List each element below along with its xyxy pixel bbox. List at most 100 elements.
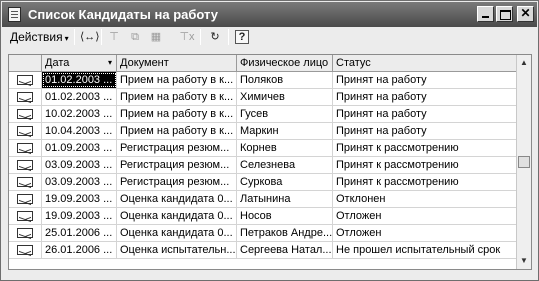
cell-document[interactable]: Прием на работу в к... — [117, 106, 237, 122]
cell-person[interactable]: Латынина — [237, 191, 333, 207]
envelope-document-icon — [17, 245, 33, 255]
scrollbar-thumb[interactable] — [518, 156, 530, 168]
column-header-icon[interactable] — [9, 55, 42, 71]
cell-document[interactable]: Регистрация резюм... — [117, 174, 237, 190]
cell-date[interactable]: 19.09.2003 ... — [42, 208, 117, 224]
table-row[interactable]: 03.09.2003 ... Регистрация резюм... Селезн… — [9, 157, 517, 174]
cell-document[interactable]: Прием на работу в к... — [117, 72, 237, 88]
cell-status[interactable]: Принят на работу — [333, 123, 517, 139]
cell-status[interactable]: Принят на работу — [333, 72, 517, 88]
envelope-document-icon — [17, 109, 33, 119]
help-icon[interactable]: ? — [235, 30, 249, 44]
cell-document[interactable]: Оценка кандидата 0... — [117, 191, 237, 207]
cell-document[interactable]: Регистрация резюм... — [117, 157, 237, 173]
cell-status[interactable]: Не прошел испытательный срок — [333, 242, 517, 258]
row-icon-cell[interactable] — [9, 157, 42, 173]
envelope-document-icon — [17, 126, 33, 136]
cell-person[interactable]: Маркин — [237, 123, 333, 139]
cell-date[interactable]: 03.09.2003 ... — [42, 157, 117, 173]
copy-icon[interactable]: ⧉ — [126, 29, 144, 45]
cell-document[interactable]: Оценка кандидата 0... — [117, 208, 237, 224]
envelope-document-icon — [17, 194, 33, 204]
cell-person[interactable]: Суркова — [237, 174, 333, 190]
table-row[interactable]: 01.09.2003 ... Регистрация резюм... Корнев… — [9, 140, 517, 157]
scroll-up-icon[interactable]: ▲ — [517, 56, 531, 70]
envelope-document-icon — [17, 143, 33, 153]
cell-document[interactable]: Прием на работу в к... — [117, 123, 237, 139]
filter-icon[interactable]: ⊤ — [105, 29, 123, 45]
column-header-document[interactable]: Документ — [117, 55, 237, 71]
minimize-button[interactable] — [477, 6, 494, 22]
table-row[interactable]: 19.09.2003 ... Оценка кандидата 0... Носов… — [9, 208, 517, 225]
cell-date[interactable]: 10.02.2003 ... — [42, 106, 117, 122]
sort-arrow-icon: ▾ — [107, 58, 112, 67]
table-row[interactable]: 01.02.2003 ... Прием на работу в к... Поля… — [9, 72, 517, 89]
maximize-button[interactable] — [496, 6, 513, 22]
cell-person[interactable]: Сергеева Натал... — [237, 242, 333, 258]
cell-person[interactable]: Гусев — [237, 106, 333, 122]
cell-date[interactable]: 25.01.2006 ... — [42, 225, 117, 241]
row-icon-cell[interactable] — [9, 106, 42, 122]
table-row[interactable]: 01.02.2003 ... Прием на работу в к... Хими… — [9, 89, 517, 106]
cell-document[interactable]: Оценка кандидата 0... — [117, 225, 237, 241]
envelope-document-icon — [17, 177, 33, 187]
cell-status[interactable]: Принят на работу — [333, 89, 517, 105]
toolbar-separator — [101, 29, 102, 45]
cell-status[interactable]: Отклонен — [333, 191, 517, 207]
scroll-down-icon[interactable]: ▼ — [517, 254, 531, 268]
candidates-table: Дата ▾ Документ Физическое лицо Статус 0… — [8, 54, 532, 270]
cell-person[interactable]: Селезнева — [237, 157, 333, 173]
cell-date[interactable]: 01.02.2003 ... — [42, 72, 117, 88]
row-icon-cell[interactable] — [9, 191, 42, 207]
row-icon-cell[interactable] — [9, 174, 42, 190]
actions-menu-button[interactable]: Действия ▾ — [10, 30, 69, 44]
close-button[interactable]: ✕ — [517, 6, 534, 22]
row-icon-cell[interactable] — [9, 140, 42, 156]
cell-date[interactable]: 10.04.2003 ... — [42, 123, 117, 139]
row-icon-cell[interactable] — [9, 208, 42, 224]
cell-status[interactable]: Отложен — [333, 225, 517, 241]
row-icon-cell[interactable] — [9, 72, 42, 88]
table-row[interactable]: 19.09.2003 ... Оценка кандидата 0... Латын… — [9, 191, 517, 208]
row-icon-cell[interactable] — [9, 123, 42, 139]
cell-date[interactable]: 01.02.2003 ... — [42, 89, 117, 105]
cell-status[interactable]: Принят к рассмотрению — [333, 174, 517, 190]
row-icon-cell[interactable] — [9, 225, 42, 241]
cell-document[interactable]: Регистрация резюм... — [117, 140, 237, 156]
vertical-scrollbar[interactable]: ▲ ▼ — [516, 55, 531, 269]
cell-date[interactable]: 26.01.2006 ... — [42, 242, 117, 258]
expand-columns-icon[interactable]: ⟨↔⟩ — [80, 29, 100, 45]
column-header-date[interactable]: Дата ▾ — [42, 55, 117, 71]
cell-person[interactable]: Петраков Андре... — [237, 225, 333, 241]
table-row[interactable]: 26.01.2006 ... Оценка испытательн... Серге… — [9, 242, 517, 259]
row-icon-cell[interactable] — [9, 89, 42, 105]
row-icon-cell[interactable] — [9, 242, 42, 258]
cell-document[interactable]: Прием на работу в к... — [117, 89, 237, 105]
table-row[interactable]: 10.04.2003 ... Прием на работу в к... Марк… — [9, 123, 517, 140]
toolbar: Действия ▾ ⟨↔⟩ ⊤ ⧉ ▦ ⊤x ↻ ? — [2, 27, 537, 47]
cell-person[interactable]: Химичев — [237, 89, 333, 105]
cell-document[interactable]: Оценка испытательн... — [117, 242, 237, 258]
cell-person[interactable]: Корнев — [237, 140, 333, 156]
cell-date[interactable]: 01.09.2003 ... — [42, 140, 117, 156]
title-bar[interactable]: Список Кандидаты на работу ✕ — [2, 2, 537, 27]
cell-status[interactable]: Принят на работу — [333, 106, 517, 122]
envelope-document-icon — [17, 228, 33, 238]
table-row[interactable]: 03.09.2003 ... Регистрация резюм... Сурков… — [9, 174, 517, 191]
cell-person[interactable]: Носов — [237, 208, 333, 224]
table-row[interactable]: 10.02.2003 ... Прием на работу в к... Гусе… — [9, 106, 517, 123]
cell-date[interactable]: 19.09.2003 ... — [42, 191, 117, 207]
column-header-person[interactable]: Физическое лицо — [237, 55, 333, 71]
toolbar-separator — [228, 29, 229, 45]
cell-date[interactable]: 03.09.2003 ... — [42, 174, 117, 190]
table-body: 01.02.2003 ... Прием на работу в к... Поля… — [9, 72, 517, 259]
refresh-icon[interactable]: ↻ — [206, 29, 224, 45]
cell-status[interactable]: Принят к рассмотрению — [333, 140, 517, 156]
table-row[interactable]: 25.01.2006 ... Оценка кандидата 0... Петра… — [9, 225, 517, 242]
cell-status[interactable]: Принят к рассмотрению — [333, 157, 517, 173]
delete-icon[interactable]: ▦ — [147, 29, 165, 45]
column-header-status[interactable]: Статус — [333, 55, 517, 71]
cell-person[interactable]: Поляков — [237, 72, 333, 88]
clear-filter-icon[interactable]: ⊤x — [178, 29, 196, 45]
cell-status[interactable]: Отложен — [333, 208, 517, 224]
